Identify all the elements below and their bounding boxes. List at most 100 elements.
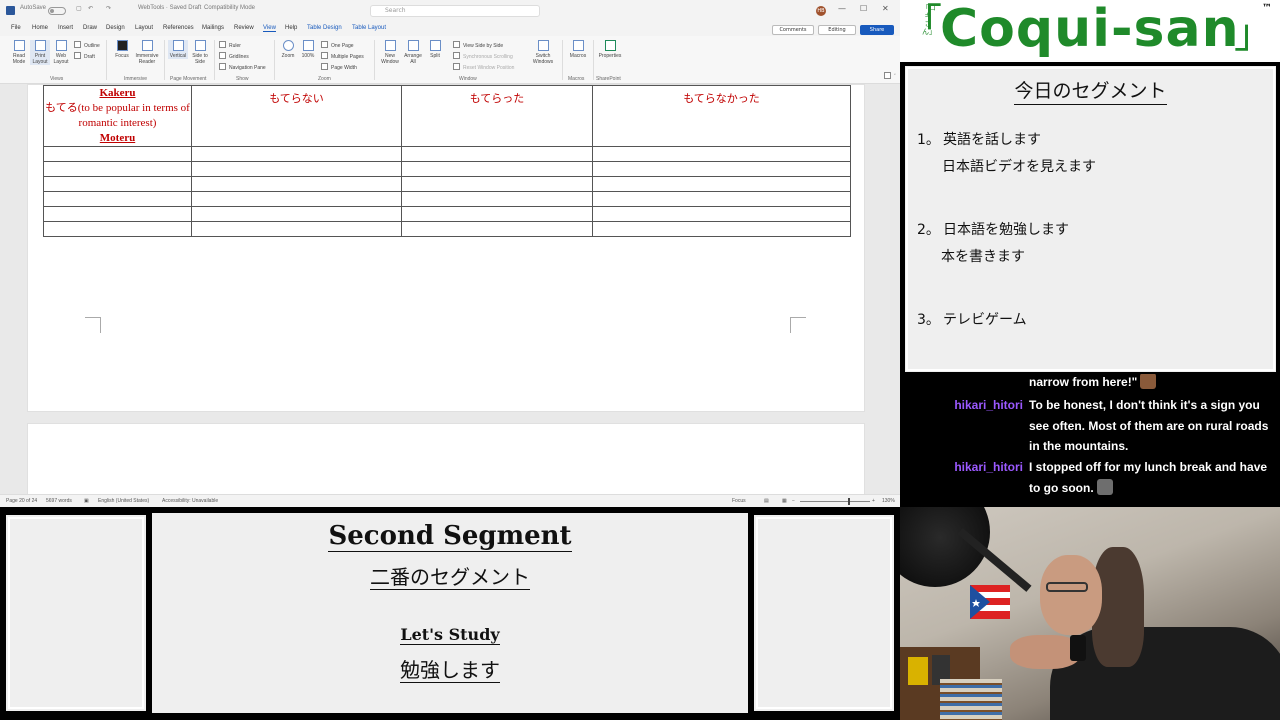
table-cell[interactable]: [191, 221, 402, 237]
table-cell[interactable]: [401, 206, 593, 222]
table-cell[interactable]: [43, 146, 192, 162]
draft-button[interactable]: Draft: [74, 52, 95, 60]
table-cell[interactable]: [191, 206, 402, 222]
one-page-button[interactable]: One Page: [321, 41, 354, 49]
table-cell[interactable]: [401, 176, 593, 192]
chat-username[interactable]: hikari_hitori: [950, 398, 1023, 412]
table-cell[interactable]: [592, 146, 851, 162]
language-indicator[interactable]: English (United States): [98, 498, 149, 504]
table-head-cell[interactable]: Kakeru もてる(to be popular in terms of rom…: [43, 85, 192, 147]
table-cell[interactable]: [592, 176, 851, 192]
table-cell[interactable]: [43, 161, 192, 177]
tab-layout[interactable]: Layout: [135, 25, 153, 31]
focus-mode-button[interactable]: Focus: [732, 498, 746, 504]
close-button[interactable]: ✕: [882, 4, 889, 13]
immersive-reader-button[interactable]: Immersive Reader: [134, 40, 160, 65]
arrange-all-button[interactable]: Arrange All: [402, 40, 424, 65]
redo-icon[interactable]: ↷: [106, 5, 111, 12]
sync-scroll-button[interactable]: Synchronous Scrolling: [453, 52, 513, 60]
table-cell[interactable]: [592, 221, 851, 237]
table-cell[interactable]: [191, 161, 402, 177]
search-input[interactable]: Search: [370, 5, 540, 17]
comments-button[interactable]: Comments: [772, 25, 814, 35]
tab-insert[interactable]: Insert: [58, 25, 73, 31]
tab-draw[interactable]: Draw: [83, 25, 97, 31]
table-cell[interactable]: [592, 191, 851, 207]
multiple-pages-button[interactable]: Multiple Pages: [321, 52, 364, 60]
maximize-button[interactable]: ☐: [860, 4, 867, 13]
table-cell[interactable]: [43, 206, 192, 222]
table-cell[interactable]: もてらなかった: [592, 85, 851, 147]
read-mode-button[interactable]: Read Mode: [8, 40, 30, 65]
new-window-button[interactable]: New Window: [379, 40, 401, 65]
print-layout-icon[interactable]: ▦: [782, 498, 787, 504]
table-cell[interactable]: [43, 191, 192, 207]
gridlines-checkbox[interactable]: Gridlines: [219, 52, 249, 60]
print-layout-button[interactable]: Print Layout: [30, 40, 50, 65]
table-cell[interactable]: [43, 221, 192, 237]
table-cell[interactable]: [401, 221, 593, 237]
verb-table[interactable]: Kakeru もてる(to be popular in terms of rom…: [43, 85, 851, 237]
user-avatar[interactable]: HB: [816, 6, 826, 16]
page-width-button[interactable]: Page Width: [321, 63, 357, 71]
tab-home[interactable]: Home: [32, 25, 48, 31]
minimize-button[interactable]: —: [838, 4, 846, 13]
zoom-100-button[interactable]: 100%: [299, 40, 317, 59]
undo-icon[interactable]: ↶: [88, 5, 93, 12]
zoom-slider-thumb[interactable]: [848, 498, 850, 505]
ruler-checkbox[interactable]: Ruler: [219, 41, 241, 49]
macros-button[interactable]: Macros: [567, 40, 589, 59]
table-cell[interactable]: [191, 176, 402, 192]
zoom-button[interactable]: Zoom: [279, 40, 297, 59]
vertical-button[interactable]: Vertical: [168, 40, 188, 59]
read-mode-icon[interactable]: ▤: [764, 498, 769, 504]
navigation-pane-checkbox[interactable]: Navigation Pane: [219, 63, 266, 71]
switch-windows-button[interactable]: Switch Windows: [530, 40, 556, 65]
page-count[interactable]: Page 20 of 24: [6, 498, 37, 504]
tab-references[interactable]: References: [163, 25, 194, 31]
split-button[interactable]: Split: [426, 40, 444, 59]
zoom-slider[interactable]: [800, 501, 870, 502]
table-cell[interactable]: [401, 146, 593, 162]
tab-review[interactable]: Review: [234, 25, 254, 31]
table-cell[interactable]: もてらない: [191, 85, 402, 147]
tab-view[interactable]: View: [263, 25, 276, 32]
zoom-out-icon[interactable]: −: [792, 498, 795, 504]
word-count[interactable]: 5697 words: [46, 498, 72, 504]
reset-window-position-button[interactable]: Reset Window Position: [453, 63, 514, 71]
table-cell[interactable]: [592, 206, 851, 222]
table-cell[interactable]: [592, 161, 851, 177]
left-frame: [4, 513, 148, 713]
proofing-icon[interactable]: ▣: [84, 498, 89, 504]
table-cell[interactable]: もてらった: [401, 85, 593, 147]
table-cell[interactable]: [191, 146, 402, 162]
document-page[interactable]: Kakeru もてる(to be popular in terms of rom…: [27, 84, 865, 412]
zoom-in-icon[interactable]: +: [872, 498, 875, 504]
properties-button[interactable]: Properties: [596, 40, 624, 59]
zoom-level[interactable]: 130%: [882, 498, 895, 504]
view-side-by-side-button[interactable]: View Side by Side: [453, 41, 503, 49]
tab-design[interactable]: Design: [106, 25, 125, 31]
tab-table-design[interactable]: Table Design: [307, 25, 342, 31]
collapse-ribbon-icon[interactable]: ˇ: [884, 72, 896, 80]
side-to-side-button[interactable]: Side to Side: [190, 40, 210, 65]
outline-button[interactable]: Outline: [74, 41, 100, 49]
editing-button[interactable]: Editing: [818, 25, 856, 35]
accessibility-status[interactable]: Accessibility: Unavailable: [162, 498, 218, 504]
document-page[interactable]: [27, 423, 865, 503]
tab-file[interactable]: File: [11, 25, 21, 31]
save-icon[interactable]: ▢: [76, 5, 82, 12]
focus-button[interactable]: Focus: [112, 40, 132, 59]
tab-mailings[interactable]: Mailings: [202, 25, 224, 31]
document-area[interactable]: Kakeru もてる(to be popular in terms of rom…: [0, 84, 900, 503]
table-cell[interactable]: [401, 161, 593, 177]
tab-help[interactable]: Help: [285, 25, 297, 31]
autosave-toggle[interactable]: [48, 7, 66, 15]
web-layout-button[interactable]: Web Layout: [51, 40, 71, 65]
chat-username[interactable]: hikari_hitori: [950, 460, 1023, 474]
share-button[interactable]: Share: [860, 25, 894, 35]
table-cell[interactable]: [401, 191, 593, 207]
table-cell[interactable]: [43, 176, 192, 192]
table-cell[interactable]: [191, 191, 402, 207]
tab-table-layout[interactable]: Table Layout: [352, 25, 386, 31]
